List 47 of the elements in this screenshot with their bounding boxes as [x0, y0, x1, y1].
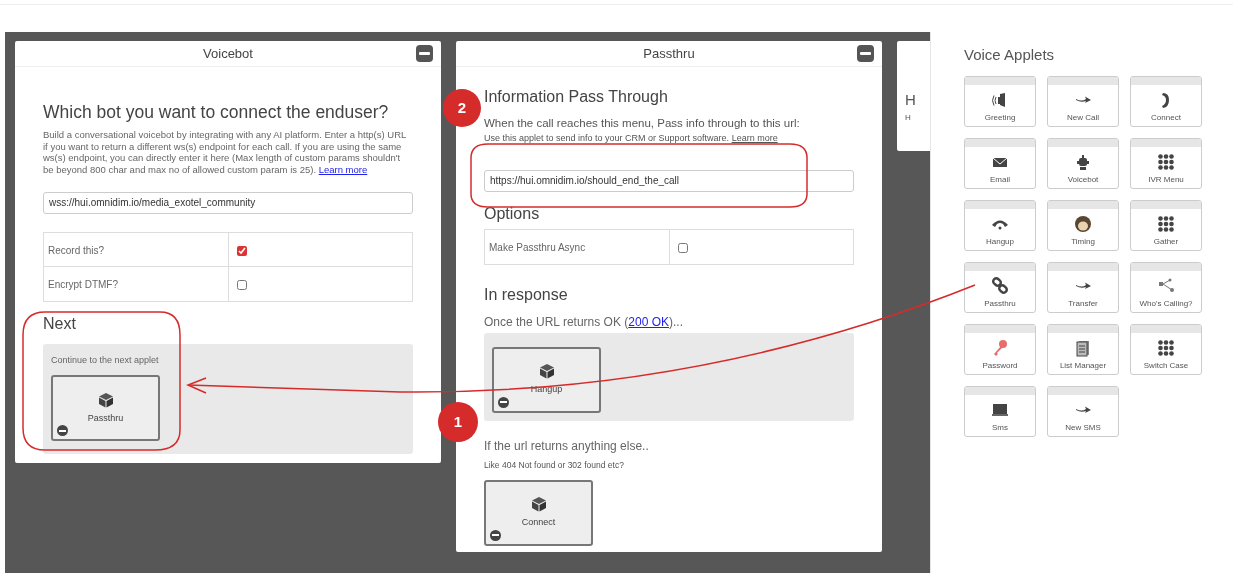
applet-button[interactable]: Email: [964, 137, 1036, 189]
applet-button[interactable]: Sms: [964, 385, 1036, 437]
else-heading: If the url returns anything else..: [484, 437, 650, 455]
applet-button[interactable]: Hangup: [964, 199, 1036, 251]
applet-button[interactable]: Transfer: [1047, 261, 1119, 313]
section-heading: Information Pass Through: [484, 87, 669, 107]
applet-tile[interactable]: Passthru: [51, 375, 160, 442]
applet-button[interactable]: IVR Menu: [1130, 137, 1202, 189]
applet-button[interactable]: Voicebot: [1047, 137, 1119, 189]
applet-button[interactable]: New Call: [1047, 75, 1119, 127]
prompt-text: When the call reaches this menu, Pass info through to this url:: [484, 116, 801, 131]
url-field[interactable]: wss://hui.omnidim.io/media_exotel_community: [43, 191, 413, 214]
applet-button[interactable]: Who's Calling?: [1130, 261, 1202, 313]
step-badge: 1: [438, 402, 478, 442]
status-link[interactable]: 200 OK: [628, 314, 669, 329]
response-text: Once the URL returns OK (200 OK)...: [484, 313, 684, 331]
applet-button[interactable]: Switch Case: [1130, 323, 1202, 375]
section-heading: Next: [43, 313, 77, 334]
applet-button[interactable]: Password: [964, 323, 1036, 375]
hint-text: Use this applet to send info to your CRM or Support software. Learn more: [484, 132, 779, 146]
sidebar-title: Voice Applets: [964, 45, 1056, 65]
panel-text: H: [905, 111, 912, 124]
step-badge: 2: [443, 89, 481, 127]
applet-button[interactable]: New SMS: [1047, 385, 1119, 437]
section-heading: Which bot you want to connect the enduser?: [43, 101, 390, 124]
applet-tile[interactable]: Connect: [484, 479, 593, 546]
applet-button[interactable]: Connect: [1130, 75, 1202, 127]
option-label: Record this?: [44, 232, 229, 266]
drop-prompt: Continue to the next applet: [51, 353, 160, 367]
option-label: Make Passthru Async: [485, 229, 670, 264]
applet-button[interactable]: Timing: [1047, 199, 1119, 251]
option-label: Encrypt DTMF?: [44, 266, 229, 301]
description-text: Build a conversational voicebot by integrating with any AI platform. Enter a http(s) URL if you want to return a different ws(s) endpoint for each call. If you are using the same ws(s) endpoint, you can directly enter it here (Max length of custom params shouldn't be beyond 800 char and max no of allowed custom param is 25). Learn more: [43, 129, 407, 176]
applet-button[interactable]: Gather: [1130, 199, 1202, 251]
url-field[interactable]: https://hui.omnidim.io/should_end_the_call: [484, 169, 854, 192]
learn-more-link[interactable]: Learn more: [318, 163, 368, 175]
panel-title: Passthru: [643, 44, 695, 63]
applet-button[interactable]: List Manager: [1047, 323, 1119, 375]
panel-heading: H: [905, 90, 917, 110]
applet-button[interactable]: Greeting: [964, 75, 1036, 127]
learn-more-link[interactable]: Learn more: [731, 133, 778, 144]
panel-title: Voicebot: [203, 44, 253, 63]
section-heading: In response: [484, 284, 569, 305]
section-heading: Options: [484, 203, 541, 224]
applet-tile[interactable]: Hangup: [492, 346, 601, 413]
else-hint: Like 404 Not found or 302 found etc?: [484, 458, 625, 472]
applet-button[interactable]: Passthru: [964, 261, 1036, 313]
